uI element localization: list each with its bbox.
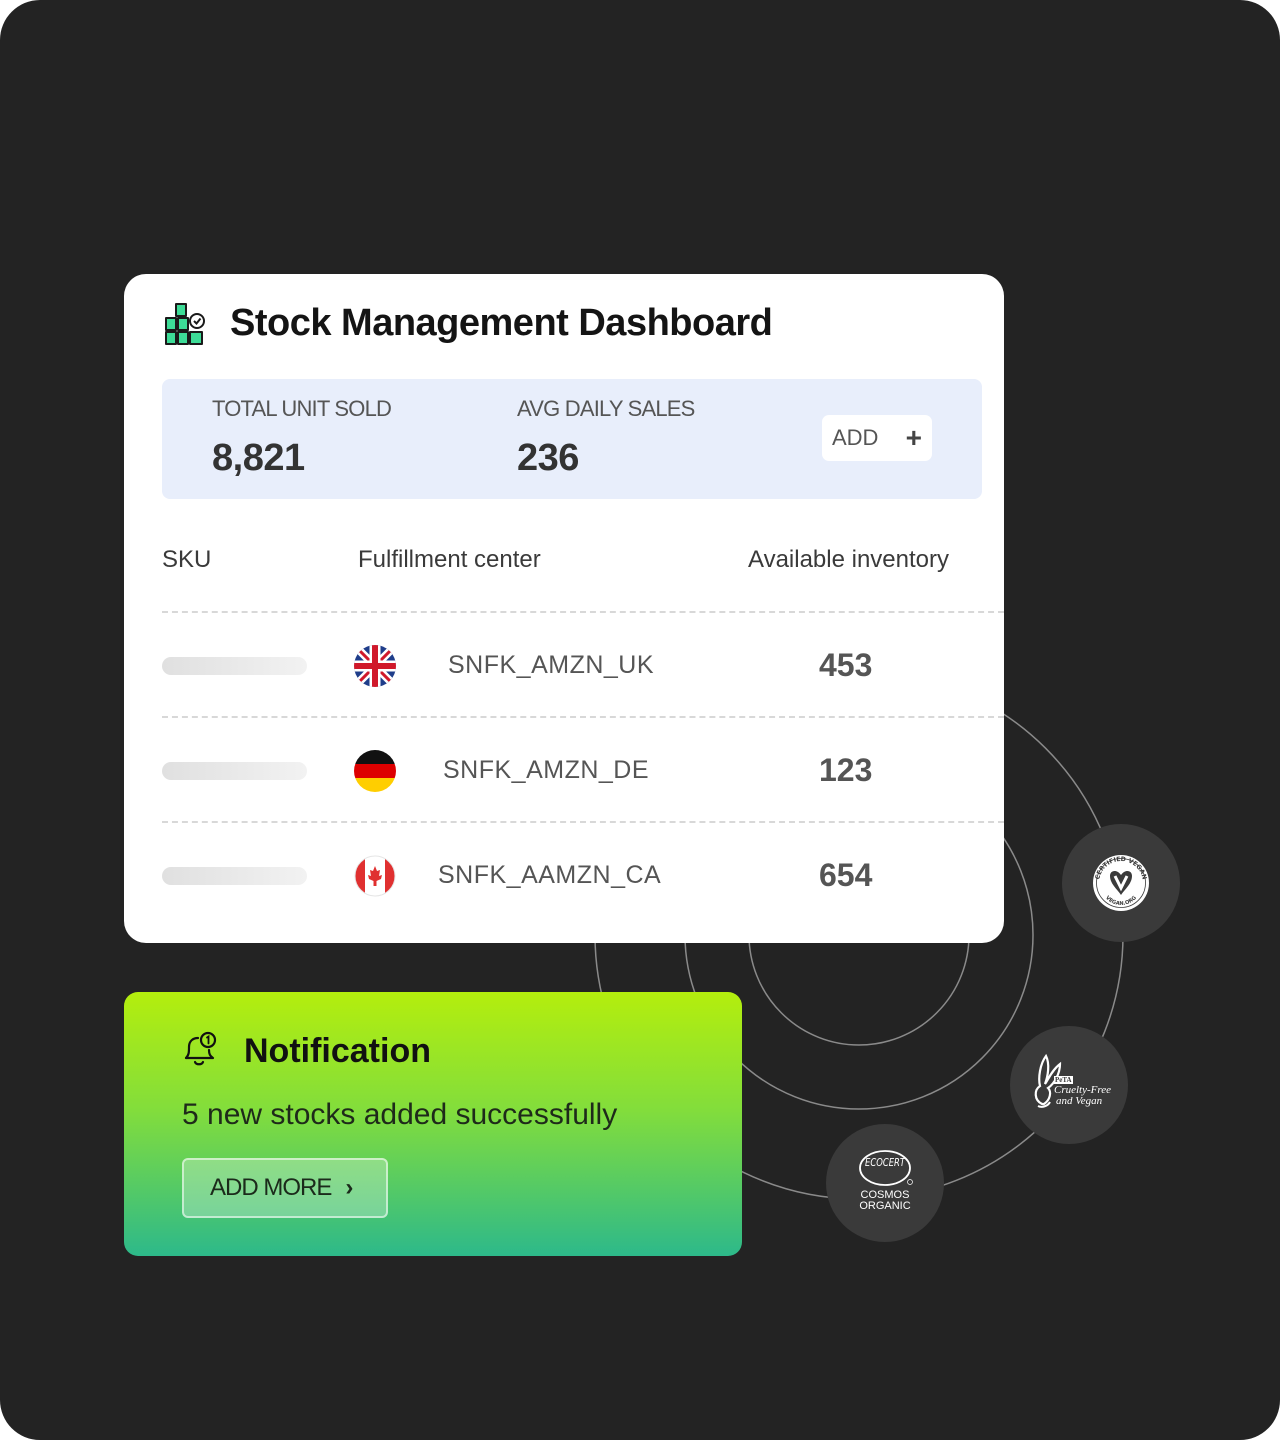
total-units-value: 8,821 <box>212 437 305 479</box>
ecocert-line2: ORGANIC <box>859 1200 911 1212</box>
sku-placeholder <box>162 867 307 885</box>
add-more-label: ADD MORE <box>210 1174 332 1201</box>
avg-daily-sales-value: 236 <box>517 437 579 479</box>
ca-flag-icon <box>354 855 396 897</box>
inventory-count: 453 <box>819 647 873 683</box>
fulfillment-center-name: SNFK_AMZN_UK <box>448 651 655 679</box>
vegan-seal-icon: CERTIFIED VEGAN VEGAN.ORG <box>1093 855 1149 911</box>
uk-flag-icon <box>354 645 396 687</box>
inventory-count: 654 <box>819 857 873 893</box>
stock-dashboard-card: Stock Management Dashboard TOTAL UNIT SO… <box>124 274 1004 943</box>
canvas: CERTIFIED VEGAN VEGAN.ORG PeTA Cruelty-F… <box>0 0 1280 1440</box>
plus-icon: + <box>905 422 922 453</box>
inventory-count: 123 <box>819 752 873 788</box>
stacked-boxes-icon <box>165 303 205 345</box>
table-row[interactable]: SNFK_AMZN_UK 453 <box>124 613 1004 717</box>
table-row[interactable]: SNFK_AAMZN_CA 654 <box>124 823 1004 927</box>
avg-daily-sales-label: AVG DAILY SALES <box>517 396 695 421</box>
ecocert-logo-icon: ECOCERT <box>859 1150 913 1186</box>
peta-cruelty-free-badge: PeTA Cruelty-Free and Vegan <box>1010 1026 1128 1144</box>
add-more-button[interactable]: ADD MORE › <box>182 1158 388 1218</box>
bell-icon <box>184 1031 217 1066</box>
chevron-right-icon: › <box>345 1174 354 1201</box>
table-row[interactable]: SNFK_AMZN_DE 123 <box>124 718 1004 822</box>
notification-card: Notification 5 new stocks added successf… <box>124 992 742 1256</box>
page-title: Stock Management Dashboard <box>230 301 773 344</box>
stats-panel: TOTAL UNIT SOLD 8,821 AVG DAILY SALES 23… <box>162 379 982 499</box>
dashboard-header: Stock Management Dashboard <box>162 300 773 346</box>
notification-message: 5 new stocks added successfully <box>182 1098 618 1131</box>
svg-text:ECOCERT: ECOCERT <box>865 1156 906 1169</box>
de-flag-icon <box>354 750 396 792</box>
sku-placeholder <box>162 762 307 780</box>
sku-placeholder <box>162 657 307 675</box>
column-header-available-inventory: Available inventory <box>748 546 950 573</box>
total-units-label: TOTAL UNIT SOLD <box>212 396 392 421</box>
fulfillment-center-name: SNFK_AMZN_DE <box>443 756 650 784</box>
add-button-label: ADD <box>832 425 879 450</box>
certified-vegan-badge: CERTIFIED VEGAN VEGAN.ORG <box>1062 824 1180 942</box>
notification-title: Notification <box>244 1032 431 1070</box>
fulfillment-center-name: SNFK_AAMZN_CA <box>438 861 662 889</box>
ecocert-cosmos-badge: ECOCERT COSMOS ORGANIC <box>826 1124 944 1242</box>
column-header-fulfillment-center: Fulfillment center <box>358 546 541 573</box>
column-header-sku: SKU <box>162 546 212 573</box>
peta-label: PeTA Cruelty-Free and Vegan <box>1054 1076 1112 1107</box>
add-button[interactable]: ADD + <box>822 415 932 461</box>
